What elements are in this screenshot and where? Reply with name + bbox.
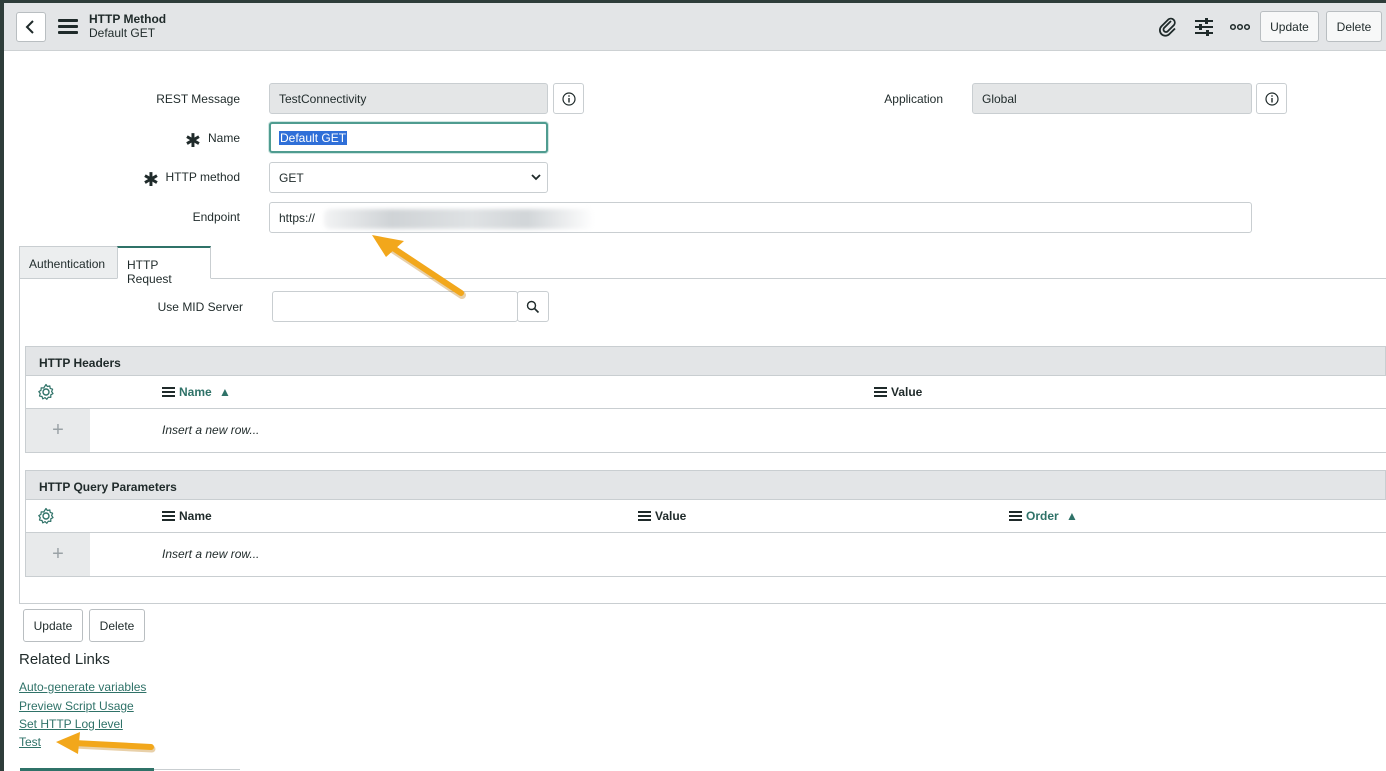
http-method-select[interactable]: GET [269,162,548,193]
tab-authentication[interactable]: Authentication [19,246,118,279]
column-menu-icon[interactable] [874,387,887,397]
name-field-value: Default GET [279,131,348,145]
arrow-icon [372,235,466,299]
plus-icon[interactable]: + [26,533,90,576]
related-links-title: Related Links [19,651,110,668]
http-headers-title: HTTP Headers [25,346,1386,376]
column-header-value[interactable]: Value [638,509,686,523]
http-method-label: HTTP method [165,170,240,184]
http-method-value: GET [279,171,304,185]
mid-server-label: Use MID Server [157,300,243,314]
sliders-icon[interactable] [1194,18,1214,36]
hamburger-menu-icon[interactable] [58,19,78,35]
sort-ascending-icon: ▲ [219,385,231,399]
application-field[interactable]: Global [972,83,1252,114]
sort-ascending-icon: ▲ [1066,509,1078,523]
application-label: Application [884,92,943,106]
required-marker: ✱ [185,131,201,152]
form-title: HTTP Method [89,12,167,26]
paperclip-icon[interactable] [1158,17,1178,37]
more-options-icon[interactable] [1230,23,1250,31]
plus-icon[interactable]: + [26,409,90,452]
info-icon [562,92,576,106]
chevron-down-icon [531,174,541,181]
column-header-name[interactable]: Name [162,509,212,523]
name-label: Name [207,131,240,145]
link-preview-script-usage[interactable]: Preview Script Usage [19,699,134,713]
tab-http-request[interactable]: HTTP Request [117,246,211,286]
gear-icon[interactable] [37,383,55,401]
http-headers-insert-row[interactable]: + Insert a new row... [25,409,1386,453]
endpoint-label: Endpoint [192,210,240,224]
column-header-name[interactable]: Name ▲ [162,385,231,399]
http-query-parameters-title: HTTP Query Parameters [25,470,1386,500]
delete-button[interactable]: Delete [89,609,145,642]
rest-message-label: REST Message [156,92,240,106]
mid-server-lookup-button[interactable] [517,291,549,322]
form-header: HTTP Method Default GET Update Delete [4,3,1386,51]
insert-row-text[interactable]: Insert a new row... [162,547,259,561]
link-set-http-log-level[interactable]: Set HTTP Log level [19,717,123,731]
update-button[interactable]: Update [23,609,83,642]
link-auto-generate-variables[interactable]: Auto-generate variables [19,680,146,694]
rest-message-info-button[interactable] [553,83,584,114]
chevron-left-icon [25,20,34,34]
divider [154,769,240,770]
header-update-button[interactable]: Update [1260,11,1319,42]
http-headers-columns: Name ▲ Value [25,376,1386,409]
column-menu-icon[interactable] [162,511,175,521]
column-menu-icon[interactable] [162,387,175,397]
search-icon [526,300,540,314]
name-field[interactable]: Default GET [269,122,548,153]
gear-icon[interactable] [37,507,55,525]
insert-row-text[interactable]: Insert a new row... [162,423,259,437]
header-delete-button[interactable]: Delete [1326,11,1382,42]
column-header-value[interactable]: Value [874,385,922,399]
column-menu-icon[interactable] [638,511,651,521]
application-info-button[interactable] [1256,83,1287,114]
back-button[interactable] [16,12,46,42]
rest-message-field[interactable]: TestConnectivity [269,83,548,114]
required-marker: ✱ [143,170,159,191]
endpoint-redacted-blur [324,209,594,229]
http-query-parameters-insert-row[interactable]: + Insert a new row... [25,533,1386,577]
form-subtitle: Default GET [89,26,156,40]
http-query-parameters-columns: Name Value Order ▲ [25,500,1386,533]
column-header-order[interactable]: Order ▲ [1009,509,1078,523]
arrow-icon [56,732,156,754]
column-menu-icon[interactable] [1009,511,1022,521]
form-window: HTTP Method Default GET Update Delete RE… [4,3,1386,771]
link-test[interactable]: Test [19,735,41,749]
info-icon [1265,92,1279,106]
